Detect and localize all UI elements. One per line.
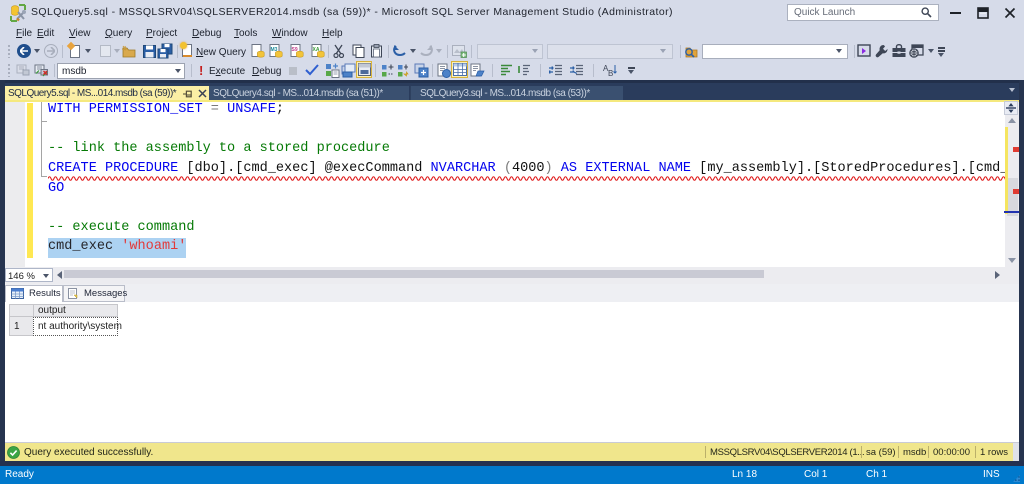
svg-text:B: B [608,69,613,77]
